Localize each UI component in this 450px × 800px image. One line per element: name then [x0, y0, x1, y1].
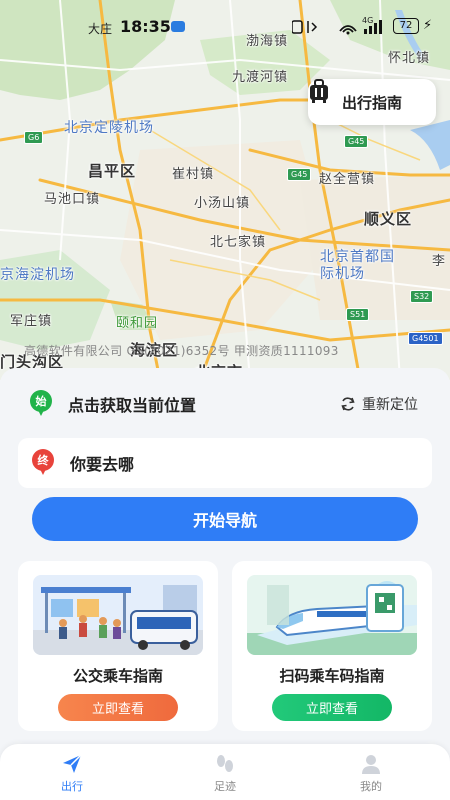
- map-label: 崔村镇: [172, 167, 215, 182]
- bus-guide-illustration: [33, 575, 203, 655]
- road-badge: S32: [410, 290, 434, 303]
- qr-ride-guide-card[interactable]: 扫码乘车码指南 立即查看: [232, 561, 432, 731]
- tab-mine-label: 我的: [360, 780, 382, 793]
- destination-input[interactable]: 终 你要去哪: [18, 438, 432, 488]
- start-location-row[interactable]: 始 点击获取当前位置 重新定位: [30, 390, 422, 418]
- road-badge: G4501: [408, 332, 443, 345]
- battery-indicator: 72: [393, 18, 419, 34]
- notification-icon: [171, 21, 185, 32]
- travel-guide-button[interactable]: 出行指南: [308, 79, 436, 125]
- map-label-district: 昌平区: [88, 162, 137, 180]
- map-label-park: 颐和园: [116, 316, 159, 331]
- qr-ride-guide-view-button[interactable]: 立即查看: [272, 694, 392, 721]
- map-copyright: 高德软件有限公司 GS(2021)6352号 甲测资质1111093: [24, 344, 339, 358]
- charging-icon: ⚡: [423, 18, 433, 33]
- route-panel: 始 点击获取当前位置 重新定位 终 你要去哪 开始导航 公交乘车指南 立即查看 …: [0, 368, 450, 800]
- status-carrier: 大庄: [88, 22, 113, 36]
- luggage-icon: [310, 79, 328, 103]
- tab-footprint[interactable]: 足迹: [185, 752, 265, 794]
- status-icons: [292, 20, 382, 35]
- travel-guide-label: 出行指南: [341, 93, 402, 112]
- map-view[interactable]: 渤海镇 怀北镇 九渡河镇 北京定陵机场 昌平区 崔村镇 赵全营镇 马池口镇 小汤…: [0, 0, 450, 380]
- map-label: 赵全营镇: [319, 172, 376, 187]
- map-label: 北七家镇: [210, 235, 267, 250]
- bus-guide-title: 公交乘车指南: [72, 667, 163, 685]
- map-label: 小汤山镇: [194, 196, 251, 211]
- map-label: 李: [432, 254, 447, 269]
- refresh-icon: [341, 397, 355, 411]
- status-network: 4G: [362, 16, 374, 25]
- map-label: 军庄镇: [10, 314, 53, 329]
- map-label-airport: 北京定陵机场: [64, 120, 154, 136]
- road-badge: G45: [344, 135, 369, 148]
- status-time: 18:35: [120, 17, 171, 36]
- road-badge: G6: [24, 131, 44, 144]
- road-badge: G45: [287, 168, 312, 181]
- qr-ride-guide-title: 扫码乘车码指南: [279, 667, 385, 685]
- tab-mine[interactable]: 我的: [331, 752, 411, 794]
- map-label: 马池口镇: [44, 192, 101, 207]
- bottom-navigation: 出行 足迹 我的: [0, 744, 450, 800]
- map-label-airport: 北京首都国际机场: [320, 249, 395, 282]
- map-label: 九渡河镇: [232, 70, 289, 85]
- relocate-button[interactable]: 重新定位: [340, 394, 418, 414]
- destination-placeholder: 你要去哪: [70, 455, 135, 474]
- user-icon: [362, 755, 380, 774]
- tab-footprint-label: 足迹: [214, 780, 236, 793]
- road-badge: S51: [346, 308, 370, 321]
- tab-travel[interactable]: 出行: [32, 752, 112, 794]
- bus-guide-view-button[interactable]: 立即查看: [58, 694, 178, 721]
- footprint-icon: [217, 755, 233, 772]
- relocate-label: 重新定位: [362, 397, 418, 413]
- status-bar: 大庄 18:35 4G 72 ⚡: [0, 0, 450, 36]
- map-label: 怀北镇: [388, 51, 431, 66]
- send-icon: [63, 754, 82, 773]
- start-navigation-button[interactable]: 开始导航: [32, 497, 418, 541]
- current-location-text[interactable]: 点击获取当前位置: [68, 392, 196, 416]
- map-label-district: 顺义区: [364, 210, 413, 228]
- qr-ride-guide-illustration: [247, 575, 417, 655]
- start-pin-icon: 始: [30, 390, 52, 418]
- map-label-airport: 京海淀机场: [0, 267, 75, 283]
- tab-travel-label: 出行: [61, 780, 83, 793]
- bus-guide-card[interactable]: 公交乘车指南 立即查看: [18, 561, 218, 731]
- end-pin-icon: 终: [32, 449, 54, 477]
- map-label: 渤海镇: [246, 34, 289, 49]
